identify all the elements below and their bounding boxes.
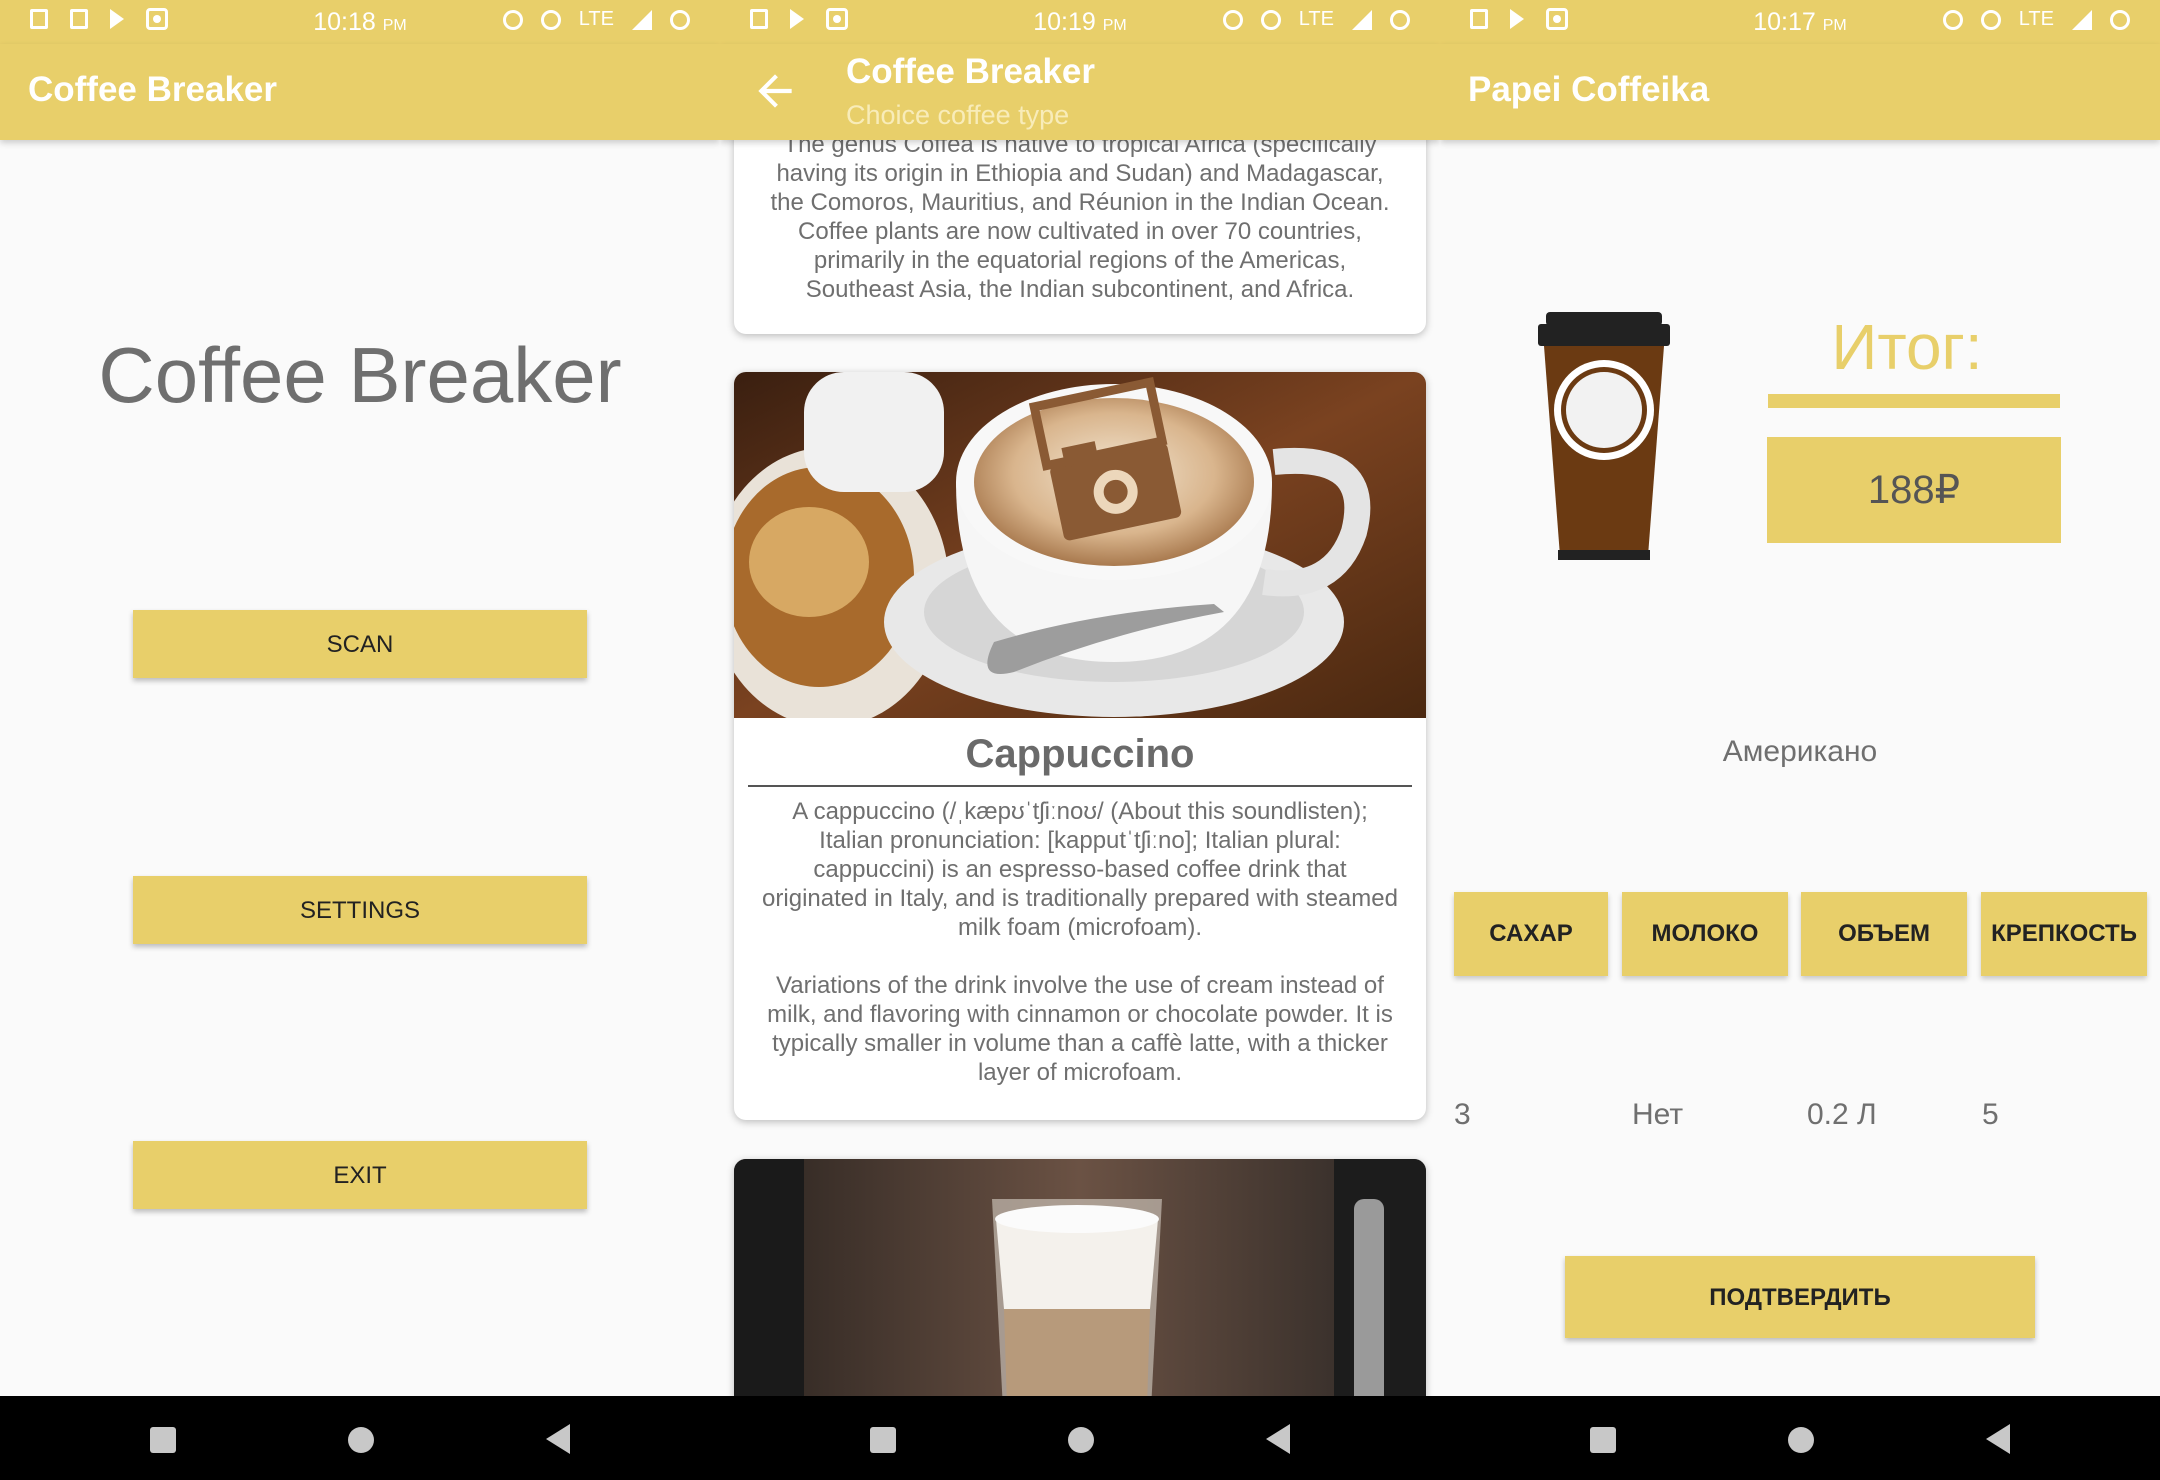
volume-value: 0.2 Л: [1807, 1098, 1877, 1131]
title-divider: [748, 785, 1412, 787]
page-title: Coffee Breaker: [98, 331, 622, 419]
battery-saver-icon: [2110, 9, 2130, 30]
status-bar: 10:17 PM LTE: [1440, 0, 2160, 44]
nav-bar: [0, 1396, 720, 1480]
scan-button[interactable]: SCAN: [133, 610, 587, 678]
coffee-cup-icon: [1538, 312, 1670, 560]
app-bar-subtitle: Choice coffee type: [846, 100, 1070, 130]
battery-saver-icon: [670, 9, 690, 30]
sugar-value: 3: [1454, 1098, 1471, 1131]
alarm-off-icon: [502, 9, 523, 30]
hotspot-icon: [540, 9, 561, 30]
app-bar: Coffee Breaker: [0, 44, 720, 140]
app-bar: Coffee Breaker Choice coffee type: [720, 44, 1440, 140]
order-screen: 10:17 PM LTE Papei Coffeika Итог: 188₽ А…: [1440, 0, 2160, 1480]
sugar-button[interactable]: САХАР: [1454, 892, 1608, 976]
app-bar-title: Coffee Breaker: [28, 70, 277, 109]
card-title: Cappuccino: [965, 732, 1195, 776]
total-label: Итог:: [1831, 311, 1983, 383]
hotspot-icon: [1980, 9, 2001, 30]
status-bar: 10:19 PM LTE: [720, 0, 1440, 44]
coffee-card-genus[interactable]: The genus Coffea is native to tropical A…: [734, 124, 1426, 334]
card-description: A cappuccino (/ˌkæpʊˈtʃiːnoʊ/ (About thi…: [762, 798, 1398, 1086]
recents-icon[interactable]: [1590, 1427, 1616, 1453]
network-label: LTE: [2018, 8, 2054, 30]
total-divider: [1768, 394, 2060, 408]
hotspot-icon: [1260, 9, 1281, 30]
app-bar: Papei Coffeika: [1440, 44, 2160, 140]
back-nav-icon[interactable]: [1266, 1424, 1290, 1454]
network-label: LTE: [1298, 8, 1334, 30]
drink-name: Американо: [1722, 735, 1878, 768]
home-icon[interactable]: [348, 1427, 374, 1453]
back-nav-icon[interactable]: [1986, 1424, 2010, 1454]
nav-bar: [720, 1396, 1440, 1480]
volume-button[interactable]: ОБЪЕМ: [1801, 892, 1967, 976]
milk-value: Нет: [1632, 1098, 1684, 1131]
signal-icon: [632, 9, 652, 30]
settings-button[interactable]: SETTINGS: [133, 876, 587, 944]
recents-icon[interactable]: [870, 1427, 896, 1453]
back-nav-icon[interactable]: [546, 1424, 570, 1454]
app-bar-title: Coffee Breaker: [846, 52, 1095, 91]
app-bar-title: Papei Coffeika: [1468, 70, 1710, 109]
coffee-list-screen: 10:19 PM LTE Coffee Breaker Choice coffe…: [720, 0, 1440, 1480]
recents-icon[interactable]: [150, 1427, 176, 1453]
exit-button[interactable]: EXIT: [133, 1141, 587, 1209]
alarm-off-icon: [1942, 9, 1963, 30]
status-bar: 10:18 PM LTE: [0, 0, 720, 44]
total-price: 188₽: [1767, 437, 2061, 543]
coffee-card-cappuccino[interactable]: Cappuccino A cappuccino (/ˌkæpʊˈtʃiːnoʊ/…: [734, 372, 1426, 1120]
cappuccino-image: [734, 372, 1426, 718]
nav-bar: [1440, 1396, 2160, 1480]
signal-icon: [2072, 9, 2092, 30]
battery-saver-icon: [1390, 9, 1410, 30]
main-screen: 10:18 PM LTE Coffee Breaker Coffee Break…: [0, 0, 720, 1480]
back-arrow-icon[interactable]: [750, 66, 800, 116]
strength-value: 5: [1982, 1098, 1999, 1131]
confirm-button[interactable]: ПОДТВЕРДИТЬ: [1565, 1256, 2035, 1338]
milk-button[interactable]: МОЛОКО: [1622, 892, 1788, 976]
home-icon[interactable]: [1788, 1427, 1814, 1453]
card-description: The genus Coffea is native to tropical A…: [770, 131, 1390, 303]
home-icon[interactable]: [1068, 1427, 1094, 1453]
strength-button[interactable]: КРЕПКОСТЬ: [1981, 892, 2147, 976]
network-label: LTE: [578, 8, 614, 30]
alarm-off-icon: [1222, 9, 1243, 30]
signal-icon: [1352, 9, 1372, 30]
